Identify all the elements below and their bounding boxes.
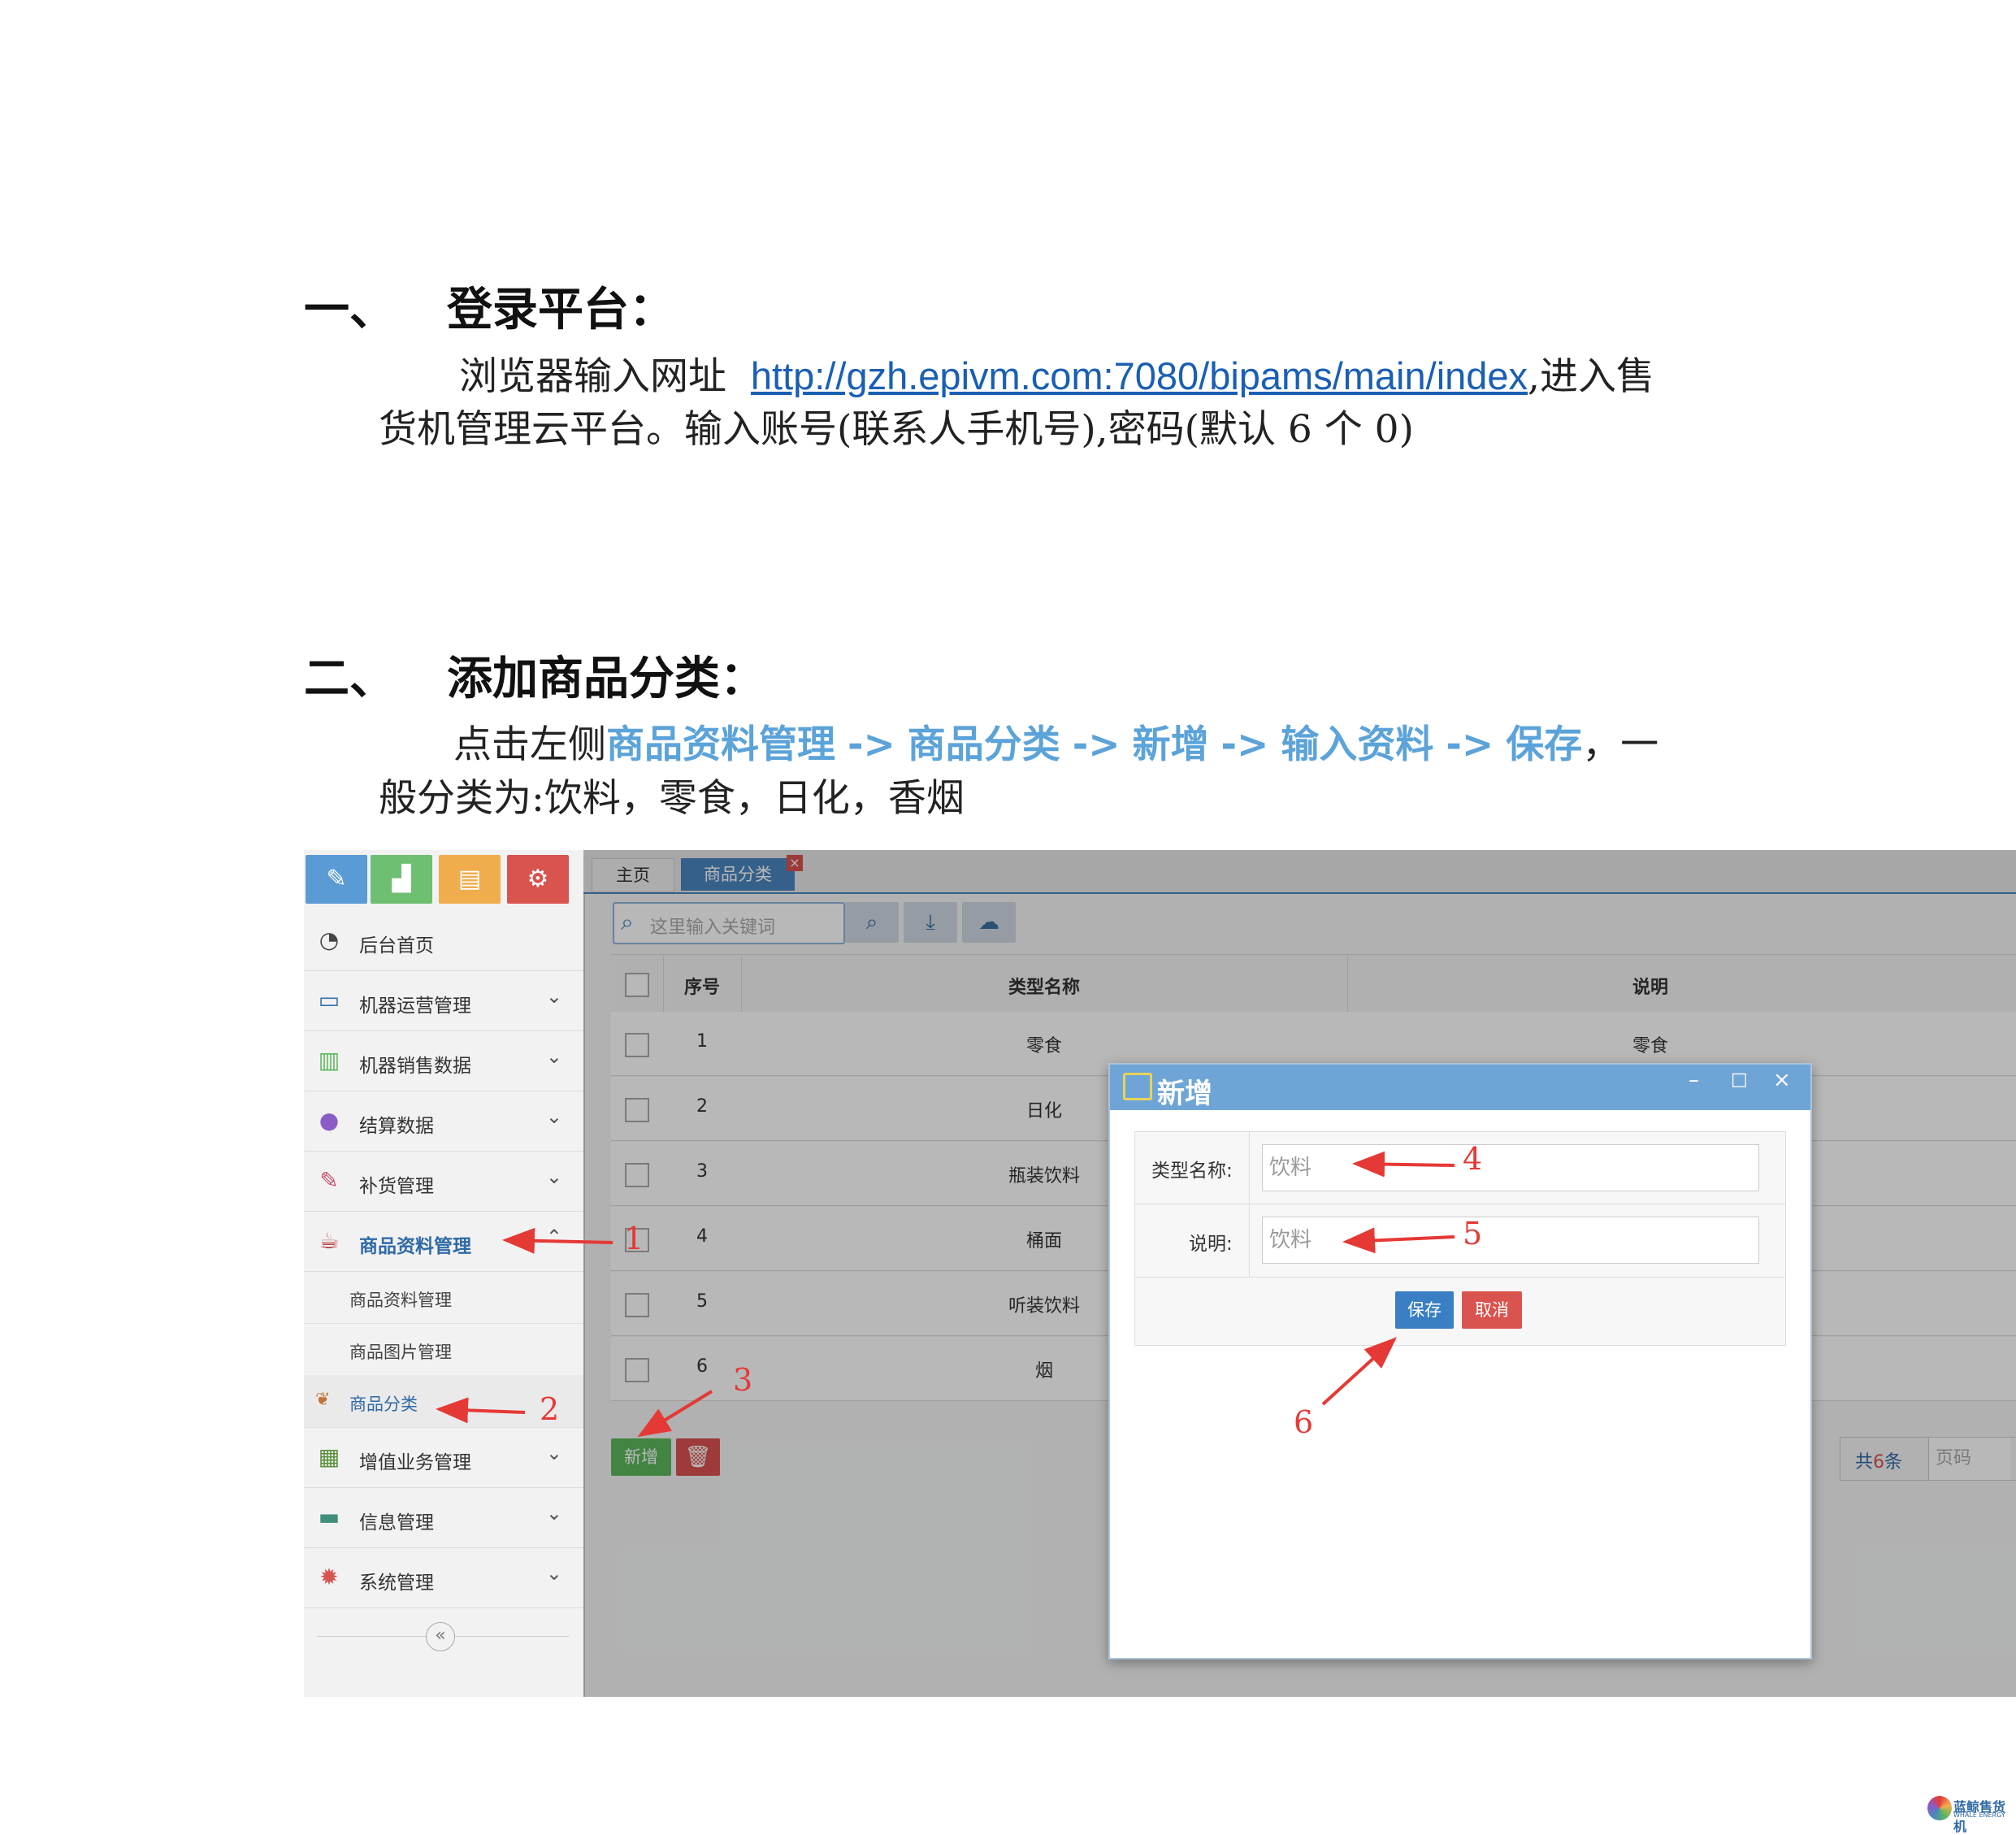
- logo-icon: [1927, 1796, 1952, 1820]
- annotation-5: 5: [1463, 1216, 1483, 1252]
- section2-text-end: ，一: [1582, 722, 1659, 767]
- annotation-4: 4: [1463, 1141, 1483, 1177]
- arrow-2: [436, 1397, 526, 1424]
- arrow-5: [1342, 1227, 1455, 1254]
- step-5: 保存: [1506, 722, 1583, 767]
- step-4: 输入资料: [1281, 722, 1434, 767]
- step-3: 新增: [1132, 722, 1209, 767]
- section1-text-after: ,进入售: [1528, 354, 1654, 399]
- section1-text: 浏览器输入网址: [459, 354, 726, 399]
- section1-title: 登录平台：: [447, 284, 674, 336]
- section2-text: 点击左侧: [453, 722, 606, 767]
- arrow-6: [1321, 1337, 1397, 1406]
- step-1: 商品资料管理: [606, 722, 835, 767]
- arrow-1: ->: [847, 722, 895, 767]
- section2-title: 添加商品分类：: [447, 653, 765, 705]
- arrow-3: ->: [1220, 722, 1269, 767]
- arrow-1: [502, 1227, 613, 1254]
- section2-paragraph: 点击左侧商品资料管理 -> 商品分类 -> 新增 -> 输入资料 -> 保存，一: [453, 718, 1658, 772]
- admin-screenshot: ✎ ▟ ▤ ⚙ ◔ 后台首页 ▭ 机器运营管理 ⌄ ▥ 机器销售数据 ⌄ ● 结…: [304, 850, 2016, 1697]
- arrow-2: ->: [1072, 722, 1121, 767]
- annotation-2: 2: [540, 1391, 560, 1427]
- step-2: 商品分类: [907, 722, 1060, 767]
- annotation-arrows: [436, 1151, 1455, 1438]
- section1-paragraph: 浏览器输入网址 http://gzh.epivm.com:7080/bipams…: [459, 349, 1654, 404]
- logo-subtext: WHALE ENERGY: [1953, 1811, 2005, 1819]
- arrow-4: ->: [1446, 722, 1494, 767]
- arrow-4: [1352, 1151, 1455, 1178]
- annotation-1: 1: [624, 1221, 644, 1256]
- section1-line2: 货机管理云平台。输入账号(联系人手机号),密码(默认 6 个 0): [379, 407, 1414, 452]
- section1-number: 一、: [304, 284, 395, 336]
- annotation-3: 3: [733, 1362, 753, 1398]
- section2-number: 二、: [304, 653, 395, 705]
- section2-line2: 般分类为:饮料，零食，日化，香烟: [379, 776, 965, 821]
- platform-link[interactable]: http://gzh.epivm.com:7080/bipams/main/in…: [751, 354, 1528, 397]
- arrow-3: [637, 1390, 713, 1438]
- annotation-6: 6: [1294, 1404, 1314, 1440]
